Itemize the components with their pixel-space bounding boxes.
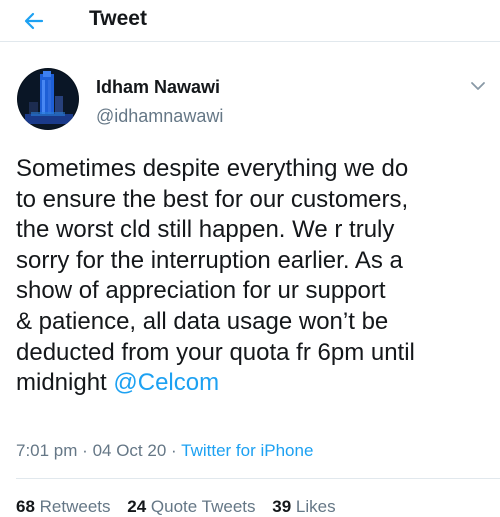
quote-tweets-label: Quote Tweets (150, 497, 256, 516)
likes-stat[interactable]: 39 Likes (272, 497, 335, 516)
meta-separator: · (171, 441, 177, 460)
arrow-left-icon[interactable] (22, 9, 46, 33)
author-handle[interactable]: @idhamnawawi (96, 106, 223, 127)
quote-tweets-stat[interactable]: 24 Quote Tweets (127, 497, 255, 516)
divider (16, 478, 500, 479)
mention-link[interactable]: @Celcom (113, 369, 219, 396)
retweets-stat[interactable]: 68 Retweets (16, 497, 111, 516)
tweet-date[interactable]: 04 Oct 20 (93, 441, 167, 460)
author-display-name[interactable]: Idham Nawawi (96, 77, 220, 98)
tweet-text: Sometimes despite everything we do to en… (16, 154, 492, 399)
likes-label: Likes (295, 497, 336, 516)
meta-separator: · (82, 441, 88, 460)
tweet-meta: 7:01 pm · 04 Oct 20 · Twitter for iPhone (16, 441, 313, 461)
tweet-source-link[interactable]: Twitter for iPhone (181, 441, 313, 460)
avatar[interactable] (17, 68, 79, 130)
tweet-time[interactable]: 7:01 pm (16, 441, 77, 460)
tweet-body: Sometimes despite everything we do to en… (16, 155, 415, 397)
likes-count: 39 (272, 497, 292, 516)
retweets-count: 68 (16, 497, 35, 516)
profile-photo-tower-icon (17, 68, 79, 130)
retweets-label: Retweets (39, 497, 111, 516)
top-bar: Tweet (0, 0, 500, 42)
quote-tweets-count: 24 (127, 497, 147, 516)
chevron-down-icon[interactable] (470, 80, 486, 92)
tweet-stats: 68 Retweets 24 Quote Tweets 39 Likes (16, 497, 348, 517)
page-title: Tweet (89, 7, 147, 30)
